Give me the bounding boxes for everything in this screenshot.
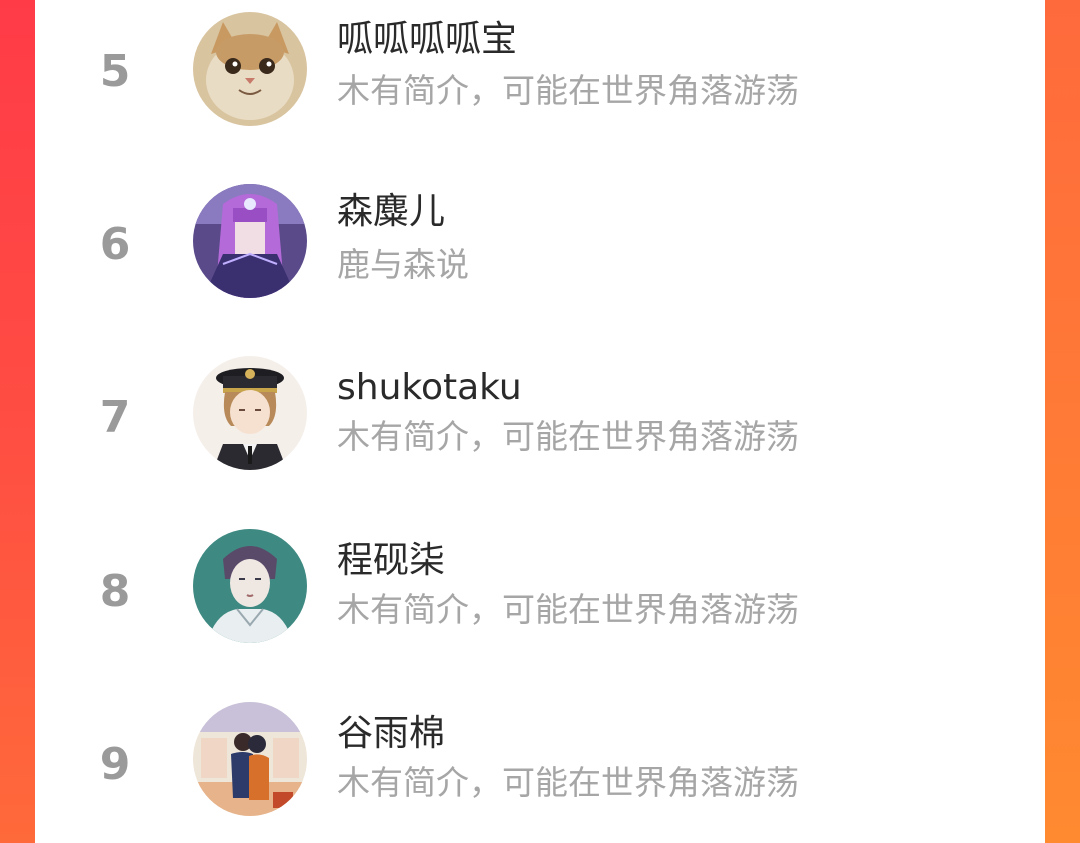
hugging-couple-avatar[interactable] — [193, 702, 307, 816]
user-name[interactable]: 森麋儿 — [337, 190, 445, 234]
purple-hair-girl-avatar[interactable] — [193, 184, 307, 298]
sketch-man-avatar[interactable] — [193, 529, 307, 643]
user-bio: 木有简介，可能在世界角落游荡 — [337, 590, 799, 629]
user-bio: 木有简介，可能在世界角落游荡 — [337, 763, 799, 802]
user-bio: 木有简介，可能在世界角落游荡 — [337, 71, 799, 110]
user-name[interactable]: shukotaku — [337, 366, 522, 410]
rank-number: 9 — [99, 739, 131, 790]
rank-number: 5 — [99, 46, 131, 97]
ranking-row[interactable]: 8 程砚柒 木有简介，可能在世界角落游荡 — [35, 516, 1045, 666]
ranking-row[interactable]: 7 shukotaku 木有简介，可能在世界角落游荡 — [35, 344, 1045, 494]
user-name[interactable]: 呱呱呱呱宝 — [337, 18, 517, 62]
cat-avatar[interactable] — [193, 12, 307, 126]
ranking-row[interactable]: 5 呱呱呱呱宝 木有简介，可能在世界角落游荡 — [35, 0, 1045, 150]
ranking-list-panel: 5 呱呱呱呱宝 木有简介，可能在世界角落游荡 6 森麋儿 鹿与森说 7 shuk… — [35, 0, 1045, 843]
rank-number: 8 — [99, 566, 131, 617]
rank-number: 7 — [99, 392, 131, 443]
user-bio: 鹿与森说 — [337, 245, 469, 284]
captain-hat-boy-avatar[interactable] — [193, 356, 307, 470]
user-bio: 木有简介，可能在世界角落游荡 — [337, 417, 799, 456]
ranking-row[interactable]: 9 谷雨棉 木有简介，可能在世界角落游荡 — [35, 688, 1045, 838]
ranking-row[interactable]: 6 森麋儿 鹿与森说 — [35, 172, 1045, 322]
user-name[interactable]: 谷雨棉 — [337, 712, 445, 756]
background-right-edge — [1045, 0, 1080, 843]
rank-number: 6 — [99, 219, 131, 270]
background-left-edge — [0, 0, 35, 843]
user-name[interactable]: 程砚柒 — [337, 539, 445, 583]
